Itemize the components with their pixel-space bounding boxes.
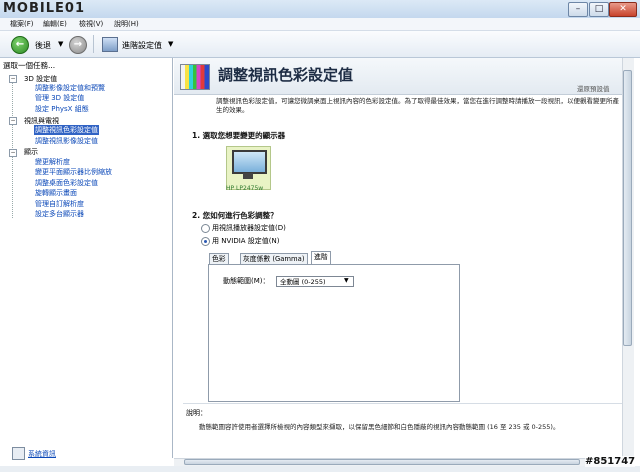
option-nvidia-settings-label[interactable]: 用 NVIDIA 設定值(N) [212,236,279,246]
tree-item-resolution[interactable]: 變更解析度 [35,157,70,167]
status-bar [0,466,640,472]
dynamic-range-select[interactable]: 全動圖 (0-255) [276,276,354,287]
tree-item-rotate[interactable]: 旋轉顯示畫面 [35,188,77,198]
tree-item-image-settings[interactable]: 調整影像設定值和預覽 [35,83,105,93]
close-button[interactable]: ✕ [609,2,637,17]
back-button-label[interactable]: 後退 [35,40,51,51]
forward-arrow-icon[interactable]: → [69,36,87,54]
color-bars-icon [180,64,210,90]
option-player-settings-label[interactable]: 用視訊播放器設定值(D) [212,223,286,233]
description-separator [183,403,623,404]
menu-view[interactable]: 檢視(V) [79,19,103,29]
tree-item-desktop-color[interactable]: 調整桌面色彩設定值 [35,178,98,188]
radio-nvidia-settings[interactable] [201,237,210,246]
display-name: HP LP2475w [226,185,264,192]
title-bar [0,0,640,19]
task-pane-header: 選取一個任務... [3,61,56,70]
radio-player-settings[interactable] [201,224,210,233]
site-logo: MOBILE01 [3,1,85,16]
back-arrow-icon[interactable]: ← [11,36,29,54]
minimize-button[interactable]: – [568,2,588,17]
home-dropdown-icon[interactable]: ▼ [168,40,173,48]
restore-defaults-link[interactable]: 還原預設值 [577,83,610,93]
vertical-scroll-thumb[interactable] [623,70,632,346]
monitor-icon [232,150,267,174]
menu-help[interactable]: 說明(H) [114,19,139,29]
page-title: 調整視訊色彩設定值 [218,66,354,84]
maximize-button[interactable]: □ [589,2,609,17]
tree-item-manage-3d[interactable]: 管理 3D 設定值 [35,93,84,103]
tree-item-physx[interactable]: 設定 PhysX 組態 [35,104,89,114]
dynamic-range-label: 動態範圍(M)： [223,277,270,285]
question-select-display: 1. 選取您想要變更的顯示器 [192,131,286,140]
collapse-3d-icon[interactable]: − [9,75,17,83]
tree-item-scaling[interactable]: 變更平面顯示器比例縮放 [35,167,112,177]
description-title: 說明： [186,409,207,417]
question-color-adjust: 2. 您如何進行色彩調整？ [192,211,278,220]
menu-file[interactable]: 檔案(F) [10,19,34,29]
tree-item-custom-resolution[interactable]: 管理自訂解析度 [35,199,84,209]
tree-item-video-color[interactable]: 調整視訊色彩設定值 [34,125,99,135]
description-text: 動態範圍容許使用者選擇所檢視的內容類型來擷取，以保留黑色細節和白色隱蔽的視訊內容… [199,423,560,431]
home-button-label[interactable]: 進階設定值 [122,40,162,51]
monitor-stand [243,173,253,179]
system-info-icon[interactable] [12,447,25,460]
page-description: 調整視訊色彩設定值，可讓您微調桌面上視訊內容的色彩設定值。為了取得最佳效果，當您… [216,97,619,114]
tab-advanced[interactable]: 進階 [311,251,331,264]
collapse-video-icon[interactable]: − [9,117,17,125]
toolbar [0,31,640,58]
home-grid-icon[interactable] [102,37,118,52]
horizontal-scroll-thumb[interactable] [184,459,580,465]
system-info-link[interactable]: 系統資訊 [28,449,56,459]
tree-item-multi-display[interactable]: 設定多台顯示器 [35,209,84,219]
menu-edit[interactable]: 編輯(E) [43,19,67,29]
collapse-display-icon[interactable]: − [9,149,17,157]
watermark: #851747 [585,456,636,467]
tree-category-display[interactable]: 顯示 [24,147,38,157]
chevron-down-icon[interactable]: ▼ [344,277,349,284]
back-dropdown-icon[interactable]: ▼ [58,40,63,48]
toolbar-separator [93,35,94,53]
tree-item-video-image[interactable]: 調整視訊影像設定值 [35,136,98,146]
